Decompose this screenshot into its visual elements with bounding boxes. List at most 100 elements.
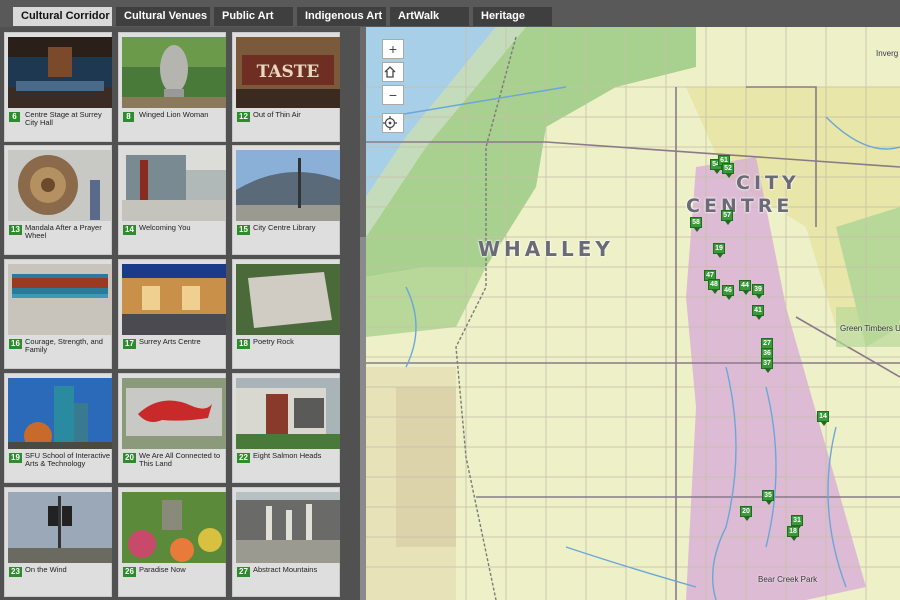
gallery-card[interactable]: 13 Mandala After a Prayer Wheel (4, 145, 112, 255)
map-view[interactable]: + − WHALLEY CITY CENTRE Green Timbers U … (366, 27, 900, 600)
card-number-badge: 8 (123, 112, 134, 122)
marker-number: 44 (741, 282, 749, 289)
marker-number: 52 (724, 165, 732, 172)
gallery-card[interactable]: 23 On the Wind (4, 487, 112, 597)
gallery-thumbnail (122, 150, 226, 221)
tab-bar: Cultural Corridor Cultural Venues Public… (0, 0, 900, 27)
gallery-card[interactable]: 17 Surrey Arts Centre (118, 259, 226, 369)
card-title: Paradise Now (139, 565, 186, 574)
card-number-badge: 17 (123, 339, 136, 349)
card-number-badge: 6 (9, 112, 20, 122)
map-marker[interactable]: 58 (690, 217, 702, 232)
card-number-badge: 27 (237, 567, 250, 577)
marker-number: 41 (754, 307, 762, 314)
gallery-card[interactable]: 19 SFU School of Interactive Arts & Tech… (4, 373, 112, 483)
map-marker[interactable]: 35 (762, 490, 774, 505)
map-label-green-timbers: Green Timbers U (840, 324, 900, 333)
tab-cultural-corridor[interactable]: Cultural Corridor (13, 7, 112, 26)
zoom-in-button[interactable]: + (382, 39, 404, 59)
map-basemap (366, 27, 900, 600)
marker-number: 20 (742, 508, 750, 515)
card-title: Courage, Strength, and Family (25, 337, 103, 354)
card-title: Poetry Rock (253, 337, 294, 346)
card-title: City Centre Library (253, 223, 316, 232)
map-marker[interactable]: 19 (713, 243, 725, 258)
gallery-thumbnail (122, 264, 226, 335)
gallery-card[interactable]: 16 Courage, Strength, and Family (4, 259, 112, 369)
card-title: SFU School of Interactive Arts & Technol… (25, 451, 111, 468)
gallery-thumbnail (8, 378, 112, 449)
map-marker[interactable]: 44 (739, 280, 751, 295)
gallery-card[interactable]: 15 City Centre Library (232, 145, 340, 255)
tab-public-art[interactable]: Public Art (214, 7, 293, 26)
app: Cultural Corridor Cultural Venues Public… (0, 0, 900, 600)
gallery-thumbnail (8, 264, 112, 335)
gallery-thumbnail (122, 378, 226, 449)
map-marker[interactable]: 46 (722, 285, 734, 300)
gallery-card[interactable]: 20 We Are All Connected to This Land (118, 373, 226, 483)
map-marker[interactable]: 20 (740, 506, 752, 521)
map-label-whalley: WHALLEY (478, 237, 614, 261)
gallery-thumbnail (8, 150, 112, 221)
tab-cultural-venues[interactable]: Cultural Venues (116, 7, 210, 26)
gallery-thumbnail (236, 492, 340, 563)
card-number-badge: 15 (237, 225, 250, 235)
locate-button[interactable] (382, 113, 404, 133)
card-number-badge: 26 (123, 567, 136, 577)
gallery-panel: 6 Centre Stage at Surrey City Hall 8 Win… (0, 27, 360, 600)
gallery-thumbnail (8, 37, 112, 108)
gallery-card[interactable]: 8 Winged Lion Woman (118, 32, 226, 142)
gallery-thumbnail (122, 492, 226, 563)
marker-number: 39 (754, 286, 762, 293)
card-number-badge: 16 (9, 339, 22, 349)
marker-number: 37 (763, 360, 771, 367)
gallery-card[interactable]: TASTE 12 Out of Thin Air (232, 32, 340, 142)
gallery-thumbnail (236, 150, 340, 221)
marker-number: 19 (715, 245, 723, 252)
gallery-card[interactable]: 26 Paradise Now (118, 487, 226, 597)
card-number-badge: 12 (237, 112, 250, 122)
zoom-out-button[interactable]: − (382, 85, 404, 105)
marker-number: 14 (819, 413, 827, 420)
home-button[interactable] (382, 62, 404, 82)
gallery-thumbnail: TASTE (236, 37, 340, 108)
map-label-inverg: Inverg (876, 49, 899, 58)
map-marker[interactable]: 52 (722, 163, 734, 178)
gallery-thumbnail (122, 37, 226, 108)
card-title: Surrey Arts Centre (139, 337, 201, 346)
map-label-centre: CENTRE (686, 195, 794, 217)
tab-heritage[interactable]: Heritage (473, 7, 552, 26)
marker-number: 48 (710, 281, 718, 288)
gallery-thumbnail (8, 492, 112, 563)
gallery-card[interactable]: 27 Abstract Mountains (232, 487, 340, 597)
card-title: Welcoming You (139, 223, 191, 232)
map-marker[interactable]: 48 (708, 279, 720, 294)
map-marker[interactable]: 37 (761, 358, 773, 373)
card-number-badge: 22 (237, 453, 250, 463)
gallery-card[interactable]: 6 Centre Stage at Surrey City Hall (4, 32, 112, 142)
marker-number: 35 (764, 492, 772, 499)
map-label-bear-creek: Bear Creek Park (758, 575, 818, 584)
gallery-thumbnail (236, 264, 340, 335)
map-marker[interactable]: 41 (752, 305, 764, 320)
card-title: Mandala After a Prayer Wheel (25, 223, 102, 240)
card-title: Out of Thin Air (253, 110, 301, 119)
map-marker[interactable]: 57 (721, 210, 733, 225)
map-marker[interactable]: 39 (752, 284, 764, 299)
card-number-badge: 18 (237, 339, 250, 349)
gallery-card[interactable]: 14 Welcoming You (118, 145, 226, 255)
tab-indigenous-art[interactable]: Indigenous Art (297, 7, 386, 26)
gallery-card[interactable]: 22 Eight Salmon Heads (232, 373, 340, 483)
card-title: Winged Lion Woman (139, 110, 209, 119)
card-number-badge: 19 (9, 453, 22, 463)
map-marker[interactable]: 14 (817, 411, 829, 426)
marker-number: 57 (723, 212, 731, 219)
card-title: Abstract Mountains (253, 565, 318, 574)
card-title: Eight Salmon Heads (253, 451, 322, 460)
map-marker[interactable]: 18 (787, 526, 799, 541)
tab-artwalk[interactable]: ArtWalk (390, 7, 469, 26)
marker-number: 46 (724, 287, 732, 294)
card-title: On the Wind (25, 565, 67, 574)
marker-number: 18 (789, 528, 797, 535)
gallery-card[interactable]: 18 Poetry Rock (232, 259, 340, 369)
